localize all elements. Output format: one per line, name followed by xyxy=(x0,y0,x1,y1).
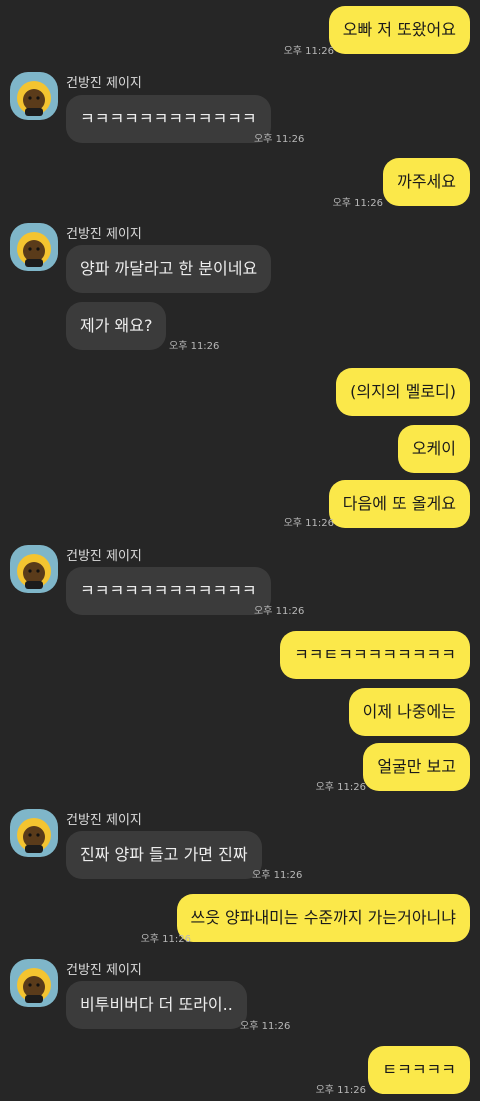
my-message-bubble[interactable]: 다음에 또 올게요 xyxy=(328,480,470,528)
my-message-bubble[interactable]: (의지의 멜로디) xyxy=(336,368,470,416)
message-time: 오후 11:26 xyxy=(240,1021,291,1032)
friend-avatar[interactable] xyxy=(10,72,58,120)
friend-message-bubble[interactable]: 비투비버다 더 또라이.. xyxy=(66,981,247,1029)
friend-message-bubble[interactable]: 진짜 양파 들고 가면 진짜 xyxy=(66,831,262,879)
friend-name: 건방진 제이지 xyxy=(66,813,142,828)
message-time: 오후 11:26 xyxy=(140,934,191,945)
friend-avatar[interactable] xyxy=(10,223,58,271)
message-time: 오후 11:26 xyxy=(254,606,305,617)
friend-name: 건방진 제이지 xyxy=(66,549,142,564)
message-time: 오후 11:26 xyxy=(315,782,366,793)
friend-message-bubble[interactable]: 양파 까달라고 한 분이네요 xyxy=(66,245,272,293)
cartoon-character-avatar-icon xyxy=(17,81,51,116)
friend-message-bubble[interactable]: ㅋㅋㅋㅋㅋㅋㅋㅋㅋㅋㅋㅋ xyxy=(66,567,271,615)
my-message-bubble[interactable]: 이제 나중에는 xyxy=(348,688,470,736)
my-message-bubble[interactable]: 까주세요 xyxy=(383,158,470,206)
cartoon-character-avatar-icon xyxy=(17,232,51,267)
chat-view[interactable]: 오빠 저 또왔어요 오후 11:26 건방진 제이지 ㅋㅋㅋㅋㅋㅋㅋㅋㅋㅋㅋㅋ … xyxy=(0,0,480,1101)
friend-avatar[interactable] xyxy=(10,809,58,857)
friend-message-bubble[interactable]: 제가 왜요? xyxy=(66,302,167,350)
friend-message-bubble[interactable]: ㅋㅋㅋㅋㅋㅋㅋㅋㅋㅋㅋㅋ xyxy=(66,95,271,143)
my-message-bubble[interactable]: 오케이 xyxy=(397,425,470,473)
message-time: 오후 11:26 xyxy=(283,46,334,57)
friend-avatar[interactable] xyxy=(10,959,58,1007)
cartoon-character-avatar-icon xyxy=(17,968,51,1003)
friend-name: 건방진 제이지 xyxy=(66,963,142,978)
my-message-bubble[interactable]: 쓰읏 양파내미는 수준까지 가는거아니냐 xyxy=(176,894,470,942)
friend-avatar[interactable] xyxy=(10,545,58,593)
my-message-bubble[interactable]: ㅋㅋㅌㅋㅋㅋㅋㅋㅋㅋㅋ xyxy=(280,631,470,679)
cartoon-character-avatar-icon xyxy=(17,554,51,589)
friend-name: 건방진 제이지 xyxy=(66,76,142,91)
my-message-bubble[interactable]: ㅌㅋㅋㅋㅋ xyxy=(368,1046,470,1094)
friend-name: 건방진 제이지 xyxy=(66,227,142,242)
my-message-bubble[interactable]: 오빠 저 또왔어요 xyxy=(328,6,470,54)
message-time: 오후 11:26 xyxy=(332,198,383,209)
my-message-bubble[interactable]: 얼굴만 보고 xyxy=(363,743,470,791)
message-time: 오후 11:26 xyxy=(252,870,303,881)
message-time: 오후 11:26 xyxy=(254,134,305,145)
cartoon-character-avatar-icon xyxy=(17,818,51,853)
message-time: 오후 11:26 xyxy=(169,341,220,352)
message-time: 오후 11:26 xyxy=(315,1085,366,1096)
message-time: 오후 11:26 xyxy=(283,518,334,529)
